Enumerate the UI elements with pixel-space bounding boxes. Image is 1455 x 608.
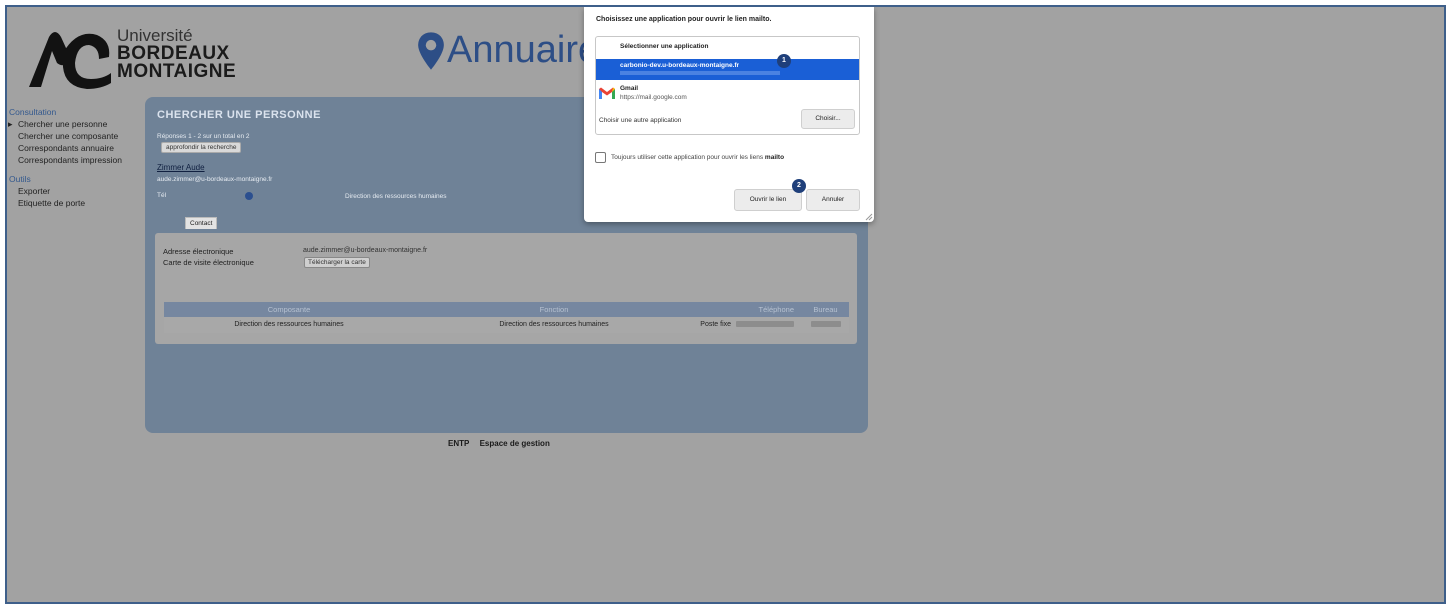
- info-icon[interactable]: [245, 192, 253, 200]
- list-item-other-app[interactable]: Choisir une autre application: [599, 117, 681, 124]
- person-service: Direction des ressources humaines: [345, 193, 447, 200]
- column-header-telephone: Téléphone: [758, 305, 794, 314]
- footer-link-espace-gestion[interactable]: Espace de gestion: [480, 439, 550, 448]
- column-header-fonction: Fonction: [539, 305, 569, 314]
- table-row: Direction des ressources humaines Direct…: [164, 317, 849, 333]
- sidebar-item-correspondants-impression[interactable]: Correspondants impression: [7, 154, 147, 166]
- redacted-phone: [736, 321, 794, 328]
- download-vcard-button[interactable]: Télécharger la carte: [304, 257, 370, 268]
- results-count: Réponses 1 - 2 sur un total en 2: [157, 133, 250, 140]
- page-title: Annuaire: [417, 29, 599, 72]
- footer-link-entp[interactable]: ENTP: [448, 439, 469, 448]
- person-name-link[interactable]: Zimmer Aude: [157, 163, 205, 172]
- always-use-checkbox[interactable]: [595, 152, 606, 163]
- list-heading: Sélectionner une application: [620, 43, 709, 50]
- screenshot-frame: Université BORDEAUX MONTAIGNE Annuaire C…: [5, 5, 1446, 604]
- dialog-title: Choisissez une application pour ouvrir l…: [596, 16, 772, 23]
- panel-title: CHERCHER UNE PERSONNE: [157, 109, 321, 121]
- sidebar-item-etiquette-porte[interactable]: Etiquette de porte: [7, 197, 147, 209]
- open-link-button[interactable]: Ouvrir le lien: [734, 189, 802, 211]
- cell-bureau: [802, 317, 849, 333]
- telephone-label: Poste fixe: [700, 321, 732, 328]
- annuaire-page: Université BORDEAUX MONTAIGNE Annuaire C…: [7, 7, 1444, 602]
- application-list[interactable]: Sélectionner une application carbonio-de…: [595, 36, 860, 135]
- cell-composante: Direction des ressources humaines: [234, 321, 344, 328]
- person-email: aude.zimmer@u-bordeaux-montaigne.fr: [157, 176, 273, 183]
- logo-text: Université BORDEAUX MONTAIGNE: [117, 27, 237, 82]
- choose-button[interactable]: Choisir...: [801, 109, 855, 129]
- list-item-carbonio[interactable]: carbonio-dev.u-bordeaux-montaigne.fr: [596, 59, 859, 80]
- redacted-office: [810, 321, 841, 328]
- always-use-row[interactable]: Toujours utiliser cette application pour…: [595, 152, 784, 163]
- cell-fonction: Direction des ressources humaines: [499, 321, 609, 328]
- page-title-text: Annuaire: [447, 29, 600, 71]
- sidebar-section-outils: Outils: [9, 174, 31, 184]
- step-badge-2: 2: [792, 179, 806, 193]
- gmail-name: Gmail: [620, 85, 639, 92]
- composante-table: Composante Fonction Téléphone Bureau Dir…: [164, 302, 849, 333]
- map-pin-icon: [418, 31, 444, 70]
- tab-contact[interactable]: Contact: [185, 217, 218, 229]
- cell-telephone: Poste fixe: [694, 317, 802, 333]
- refine-search-button[interactable]: approfondir la recherche: [161, 142, 242, 153]
- email-label: Adresse électronique: [163, 247, 234, 256]
- logo-mark-icon: [29, 32, 111, 89]
- footer-links: ENTP Espace de gestion: [448, 439, 558, 448]
- sidebar-item-correspondants-annuaire[interactable]: Correspondants annuaire: [7, 142, 147, 154]
- sidebar-section-consultation: Consultation: [9, 107, 57, 117]
- sidebar-item-chercher-composante[interactable]: Chercher une composante: [7, 130, 147, 142]
- table-header: Composante Fonction Téléphone Bureau: [164, 302, 849, 317]
- gmail-icon: [599, 87, 615, 99]
- mailto-app-chooser-dialog: Choisissez une application pour ouvrir l…: [584, 7, 874, 222]
- redacted-app-url: [620, 71, 780, 75]
- cancel-button[interactable]: Annuler: [806, 189, 860, 211]
- gmail-url: https://mail.google.com: [620, 94, 687, 101]
- sidebar: Consultation Chercher une personne Cherc…: [7, 107, 147, 209]
- sidebar-item-exporter[interactable]: Exporter: [7, 185, 147, 197]
- university-logo[interactable]: Université BORDEAUX MONTAIGNE: [25, 25, 245, 95]
- list-item-gmail[interactable]: Gmail https://mail.google.com: [596, 83, 859, 105]
- person-phone-label: Tél: [157, 192, 167, 199]
- resize-grip-icon[interactable]: [865, 213, 873, 221]
- vcard-label: Carte de visite électronique: [163, 258, 254, 267]
- column-header-composante: Composante: [267, 305, 311, 314]
- always-use-label: Toujours utiliser cette application pour…: [611, 154, 785, 161]
- sidebar-item-chercher-personne[interactable]: Chercher une personne: [7, 118, 147, 130]
- email-value-link[interactable]: aude.zimmer@u-bordeaux-montaigne.fr: [303, 247, 427, 254]
- contact-card: Adresse électronique aude.zimmer@u-borde…: [155, 233, 857, 344]
- step-badge-1: 1: [777, 54, 791, 68]
- logo-line-montaigne: MONTAIGNE: [117, 61, 237, 82]
- carbonio-app-name: carbonio-dev.u-bordeaux-montaigne.fr: [620, 62, 740, 69]
- column-header-bureau: Bureau: [813, 305, 838, 314]
